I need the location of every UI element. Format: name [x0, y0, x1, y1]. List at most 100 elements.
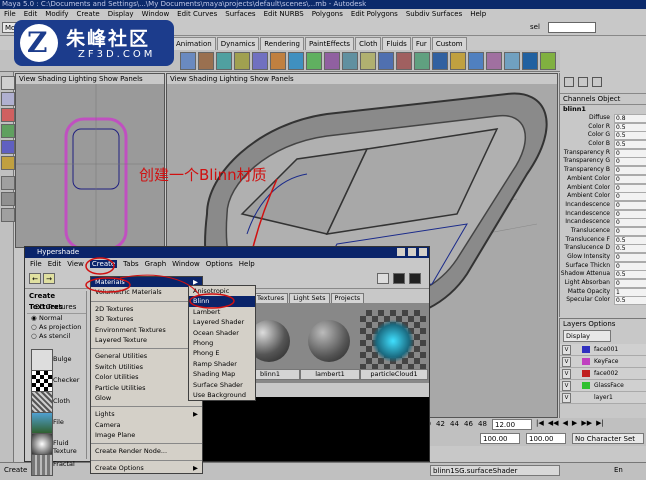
shelf-icon[interactable]	[252, 52, 268, 70]
create-menu-item[interactable]: Create Render Node...	[91, 446, 202, 456]
hypershade-menu-options[interactable]: Options	[206, 260, 233, 268]
channel-row[interactable]: Incandescence 0	[560, 218, 646, 228]
channel-value[interactable]: 0	[614, 253, 646, 262]
channel-row[interactable]: Shadow Attenua 0.5	[560, 270, 646, 280]
layout-icon[interactable]	[377, 273, 389, 284]
layer-visibility-toggle[interactable]: V	[562, 357, 571, 367]
channel-value[interactable]: 0.5	[614, 122, 646, 132]
shelf-icon[interactable]	[234, 52, 250, 70]
forward-arrow-icon[interactable]: →	[43, 273, 55, 284]
shelf-icon[interactable]	[216, 52, 232, 70]
material-use-background[interactable]: Use Background	[189, 390, 255, 400]
create-menu-item[interactable]: Lights ▶	[91, 409, 202, 419]
material-layered-shader[interactable]: Layered Shader	[189, 317, 255, 327]
texture-tile-bulge[interactable]: Bulge	[31, 349, 79, 371]
channel-row[interactable]: Matte Opacity 1	[560, 287, 646, 297]
channel-value[interactable]: 0	[614, 166, 646, 176]
channel-value[interactable]: 1	[614, 287, 646, 297]
channel-row[interactable]: Translucence F 0.5	[560, 235, 646, 245]
create-menu-item[interactable]: Image Plane	[91, 430, 202, 440]
menu-edit-polygons[interactable]: Edit Polygons	[351, 10, 398, 18]
texture-tile-checker[interactable]: Checker	[31, 370, 79, 392]
channel-value[interactable]: 0	[614, 192, 646, 202]
time-slider[interactable]: 4042444648 12.00 |◀◀◀◀▶▶▶▶|	[420, 418, 646, 432]
channel-row[interactable]: Glow Intensity 0	[560, 253, 646, 262]
hypershade-menu-edit[interactable]: Edit	[48, 260, 62, 268]
shelf-tab-fur[interactable]: Fur	[411, 37, 431, 51]
channel-row[interactable]: Translucence D 0.5	[560, 244, 646, 254]
texture-tile-fractal[interactable]: Fractal	[31, 454, 79, 476]
channel-value[interactable]: 0	[614, 157, 646, 167]
rotate-tool-icon[interactable]	[1, 124, 15, 138]
hypershade-menu-help[interactable]: Help	[239, 260, 255, 268]
create-menu-item[interactable]: Particle Utilities▶	[91, 383, 202, 393]
move-tool-icon[interactable]	[1, 108, 15, 122]
material-ramp-shader[interactable]: Ramp Shader	[189, 359, 255, 369]
shelf-icon[interactable]	[306, 52, 322, 70]
shelf-icon[interactable]	[342, 52, 358, 70]
channel-value[interactable]: 0	[614, 148, 646, 158]
channel-row[interactable]: Light Absorban 0	[560, 279, 646, 289]
select-tool-icon[interactable]	[1, 76, 15, 90]
hypershade-menu-file[interactable]: File	[30, 260, 42, 268]
menu-create[interactable]: Create	[76, 10, 99, 18]
layer-color-swatch[interactable]	[582, 394, 590, 401]
channel-value[interactable]: 0.5	[614, 140, 646, 150]
create-menu-item[interactable]: Environment Textures▶	[91, 325, 202, 335]
back-arrow-icon[interactable]: ←	[29, 273, 41, 284]
channel-row[interactable]: Transparency R 0	[560, 148, 646, 158]
menu-subdiv-surfaces[interactable]: Subdiv Surfaces	[406, 10, 462, 18]
shelf-tab-dynamics[interactable]: Dynamics	[216, 37, 260, 51]
material-ocean-shader[interactable]: Ocean Shader	[189, 328, 255, 338]
shelf-icon[interactable]	[378, 52, 394, 70]
menu-display[interactable]: Display	[108, 10, 134, 18]
character-set-select[interactable]: No Character Set	[572, 433, 644, 444]
shelf-tab-animation[interactable]: Animation	[172, 37, 216, 51]
current-frame-field[interactable]: 12.00	[492, 419, 532, 430]
material-surface-shader[interactable]: Surface Shader	[189, 380, 255, 390]
layer-row[interactable]: Vface001	[560, 344, 646, 356]
channel-row[interactable]: Diffuse 0.8	[560, 114, 646, 123]
channel-row[interactable]: Ambient Color 0	[560, 174, 646, 184]
material-phong-e[interactable]: Phong E	[189, 348, 255, 358]
scale-tool-icon[interactable]	[1, 140, 15, 154]
create-menu-item[interactable]: 3D Textures▶	[91, 314, 202, 324]
material-shading-map[interactable]: Shading Map	[189, 369, 255, 379]
menu-edit[interactable]: Edit	[24, 10, 38, 18]
panel-toggle-icon[interactable]	[578, 77, 588, 87]
layer-display-select[interactable]: Display	[563, 330, 611, 342]
layer-row[interactable]: Vface002	[560, 368, 646, 380]
channel-row[interactable]: Transparency G 0	[560, 157, 646, 167]
channel-value[interactable]: 0.5	[614, 244, 646, 254]
channel-value[interactable]: 0.5	[614, 296, 646, 306]
channel-value[interactable]: 0.5	[614, 270, 646, 280]
shelf-tab-fluids[interactable]: Fluids	[382, 37, 411, 51]
swatch-lambert1[interactable]: lambert1	[300, 310, 360, 380]
menu-modify[interactable]: Modify	[45, 10, 68, 18]
channel-row[interactable]: Color G 0.5	[560, 131, 646, 141]
shelf-icon[interactable]	[414, 52, 430, 70]
radio-normal[interactable]: ◉ Normal	[27, 314, 86, 323]
hypershade-menu-view[interactable]: View	[67, 260, 84, 268]
manipulator-icon[interactable]	[1, 156, 15, 170]
textures-2d-header[interactable]: 2D Textures	[27, 302, 86, 314]
channel-row[interactable]: Color R 0.5	[560, 122, 646, 132]
layer-color-swatch[interactable]	[582, 370, 590, 377]
shelf-icon[interactable]	[540, 52, 556, 70]
layer-visibility-toggle[interactable]: V	[562, 345, 571, 355]
shelf-tab-painteffects[interactable]: PaintEffects	[304, 37, 355, 51]
channel-row[interactable]: Color B 0.5	[560, 140, 646, 150]
layout-icon[interactable]	[1, 208, 15, 222]
side-viewport[interactable]: View Shading Lighting Show Panels	[15, 73, 165, 248]
layer-row[interactable]: V GlassFace	[560, 380, 646, 392]
layout-icon[interactable]	[393, 273, 405, 284]
channel-row[interactable]: Incandescence 0	[560, 209, 646, 219]
layer-color-swatch[interactable]	[582, 382, 590, 389]
range-end-field[interactable]: 100.00	[526, 433, 566, 444]
shelf-icon[interactable]	[522, 52, 538, 70]
lasso-tool-icon[interactable]	[1, 92, 15, 106]
material-anisotropic[interactable]: Anisotropic	[189, 286, 255, 296]
hypershade-menu-window[interactable]: Window	[172, 260, 200, 268]
channel-value[interactable]: 0.5	[614, 131, 646, 141]
shelf-tab-rendering[interactable]: Rendering	[260, 37, 304, 51]
